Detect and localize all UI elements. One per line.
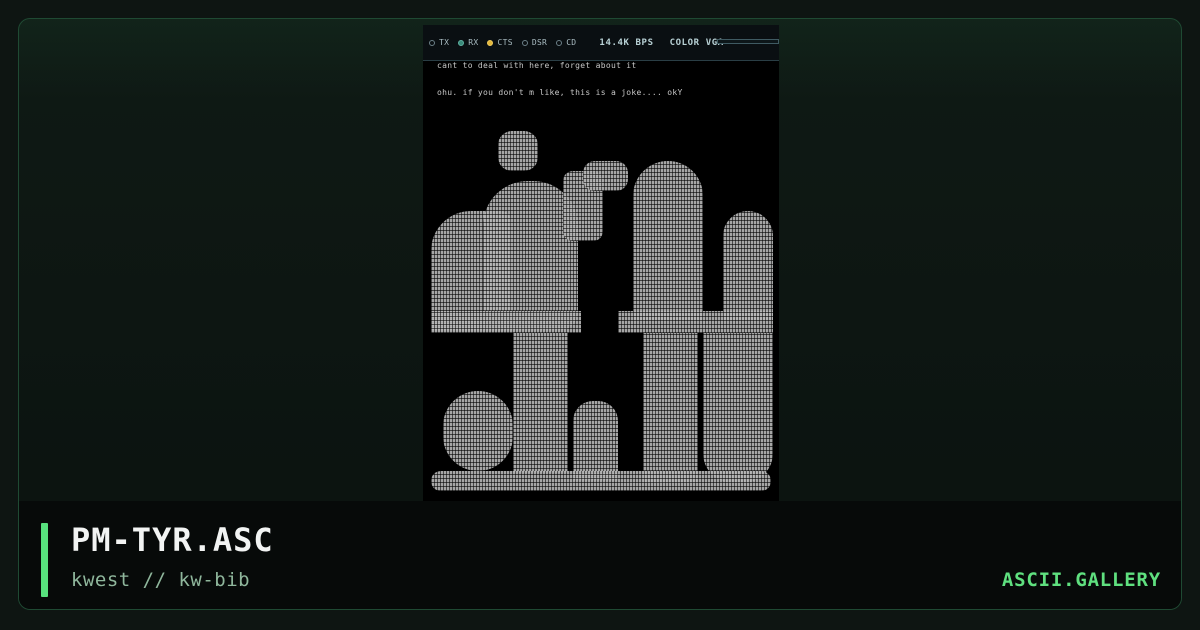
ascii-glyph <box>513 333 568 473</box>
ascii-glyph <box>443 391 513 471</box>
modem-status-bar: TX RX CTS DSR CD 14.4K BPS COLOR VGA <box>423 25 779 61</box>
indicator-cd: CD <box>556 38 576 47</box>
brand-link[interactable]: ASCII.GALLERY <box>1002 569 1161 591</box>
indicator-tx: TX <box>429 38 449 47</box>
ascii-glyph <box>723 211 773 321</box>
ascii-glyph <box>633 161 703 321</box>
ascii-glyph <box>703 333 773 483</box>
terminal-text-line: cant to deal with here, forget about it <box>437 61 637 70</box>
indicator-label: CTS <box>497 38 513 47</box>
indicator-label: DSR <box>531 38 548 47</box>
dsr-led-icon <box>521 39 528 46</box>
card-footer: PM-TYR.ASC kwest // kw-bib ASCII.GALLERY <box>19 501 1181 609</box>
page-title: PM-TYR.ASC <box>71 521 274 559</box>
ascii-glyph <box>618 311 773 333</box>
indicator-label: RX <box>468 38 479 47</box>
indicator-label: TX <box>439 38 450 47</box>
ascii-glyph <box>431 471 771 491</box>
baud-rate: 14.4K BPS <box>599 37 654 48</box>
ascii-glyph <box>431 311 581 333</box>
ascii-glyph <box>573 401 618 481</box>
tx-led-icon <box>429 39 435 46</box>
cd-led-icon <box>556 39 563 46</box>
terminal-window: TX RX CTS DSR CD 14.4K BPS COLOR VGA can… <box>423 25 779 501</box>
rx-led-icon <box>458 39 465 46</box>
color-mode: COLOR VGA <box>669 37 724 48</box>
terminal-text-line: ohu. if you don't m like, this is a joke… <box>437 88 683 97</box>
ascii-art <box>423 121 779 501</box>
gallery-card: TX RX CTS DSR CD 14.4K BPS COLOR VGA can… <box>18 18 1182 610</box>
cts-led-icon <box>487 39 494 46</box>
indicator-rx: RX <box>458 38 478 47</box>
accent-bar <box>41 523 48 597</box>
ascii-glyph <box>583 161 628 191</box>
indicator-label: CD <box>566 38 577 47</box>
ascii-glyph <box>498 131 538 171</box>
indicator-dsr: DSR <box>521 38 548 47</box>
transfer-progress-bar <box>717 39 779 44</box>
artist-group: kwest // kw-bib <box>71 569 251 591</box>
indicator-cts: CTS <box>487 38 513 47</box>
ascii-glyph <box>643 333 698 483</box>
